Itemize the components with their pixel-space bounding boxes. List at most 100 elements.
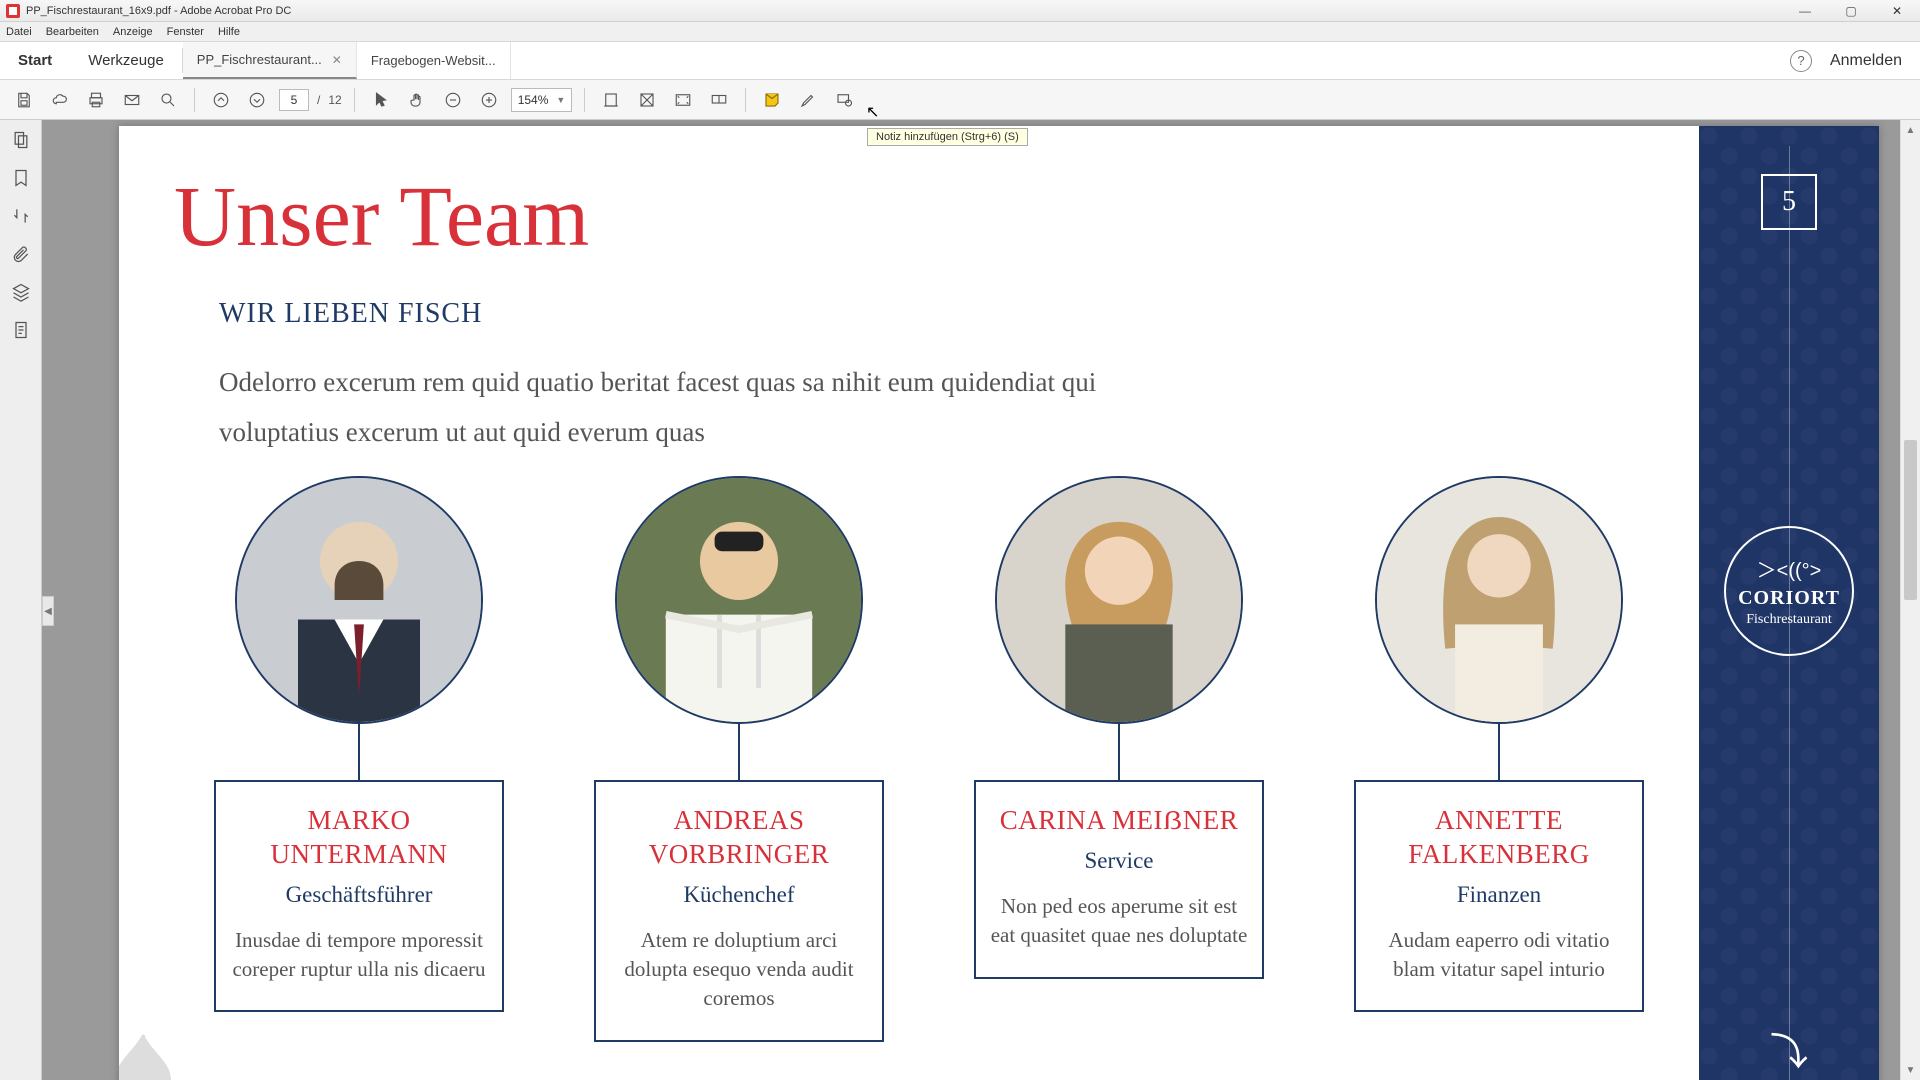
team-card: ANDREAS VORBRINGER Küchenchef Atem re do… — [594, 780, 884, 1042]
team-card: ANNETTE FALKENBERG Finanzen Audam eaperr… — [1354, 780, 1644, 1012]
hand-icon[interactable] — [403, 86, 431, 114]
minimize-button[interactable]: — — [1782, 0, 1828, 22]
zoom-in-icon[interactable] — [475, 86, 503, 114]
main-toolbar: / 12 154% ▼ — [0, 80, 1920, 120]
print-icon[interactable] — [82, 86, 110, 114]
attachment-icon[interactable] — [11, 244, 31, 264]
page-subtitle: WIR LIEBEN FISCH — [219, 298, 482, 330]
close-tab-icon[interactable]: ✕ — [332, 53, 342, 67]
member-name: MARKO UNTERMANN — [230, 804, 488, 872]
pdf-page: Unser Team WIR LIEBEN FISCH Odelorro exc… — [119, 126, 1879, 1080]
member-desc: Non ped eos aperume sit est eat quasitet… — [990, 892, 1248, 951]
fish-icon: ＞<((°> — [1757, 554, 1822, 583]
help-icon[interactable]: ? — [1790, 50, 1812, 72]
team-row: MARKO UNTERMANN Geschäftsführer Inusdae … — [214, 476, 1644, 1042]
transfer-icon[interactable] — [11, 206, 31, 226]
member-name: CARINA MEIẞNER — [990, 804, 1248, 838]
brand-name: CORIORT — [1738, 587, 1840, 610]
member-name: ANDREAS VORBRINGER — [610, 804, 868, 872]
connector-line — [1118, 724, 1120, 780]
portrait — [615, 476, 863, 724]
brand-sidebar: 5 ＞<((°> CORIORT Fischrestaurant ⤵ — [1699, 126, 1879, 1080]
member-role: Geschäftsführer — [230, 882, 488, 908]
page-up-icon[interactable] — [207, 86, 235, 114]
team-card: CARINA MEIẞNER Service Non ped eos aperu… — [974, 780, 1264, 979]
document-canvas: Unser Team WIR LIEBEN FISCH Odelorro exc… — [42, 120, 1900, 1080]
document-tab-label: PP_Fischrestaurant... — [197, 52, 322, 67]
vertical-scrollbar[interactable]: ▲ ▼ — [1900, 120, 1920, 1080]
toolbar-divider — [745, 88, 746, 112]
stamp-icon[interactable] — [830, 86, 858, 114]
close-button[interactable]: ✕ — [1874, 0, 1920, 22]
menu-edit[interactable]: Bearbeiten — [46, 26, 99, 38]
hook-icon: ⤵ — [1770, 1021, 1808, 1076]
scroll-thumb[interactable] — [1904, 440, 1917, 600]
member-desc: Inusdae di tempore mporessit coreper rup… — [230, 926, 488, 985]
page-icon[interactable] — [11, 320, 31, 340]
window-title: PP_Fischrestaurant_16x9.pdf - Adobe Acro… — [26, 5, 291, 17]
team-member: ANNETTE FALKENBERG Finanzen Audam eaperr… — [1354, 476, 1644, 1042]
zoom-value: 154% — [518, 93, 549, 107]
layers-icon[interactable] — [11, 282, 31, 302]
maximize-button[interactable]: ▢ — [1828, 0, 1874, 22]
menu-view[interactable]: Anzeige — [113, 26, 153, 38]
mail-icon[interactable] — [118, 86, 146, 114]
connector-line — [358, 724, 360, 780]
pointer-icon[interactable] — [367, 86, 395, 114]
intro-paragraph: Odelorro excerum rem quid quatio beritat… — [219, 358, 1119, 458]
fit-width-icon[interactable] — [597, 86, 625, 114]
chevron-down-icon: ▼ — [556, 95, 565, 105]
member-name: ANNETTE FALKENBERG — [1370, 804, 1628, 872]
bookmark-icon[interactable] — [11, 168, 31, 188]
menu-bar: Datei Bearbeiten Anzeige Fenster Hilfe — [0, 22, 1920, 42]
sticky-note-icon[interactable] — [758, 86, 786, 114]
document-tab[interactable]: Fragebogen-Websit... — [357, 42, 511, 79]
menu-file[interactable]: Datei — [6, 26, 32, 38]
team-member: MARKO UNTERMANN Geschäftsführer Inusdae … — [214, 476, 504, 1042]
team-card: MARKO UNTERMANN Geschäftsführer Inusdae … — [214, 780, 504, 1012]
connector-line — [1498, 724, 1500, 780]
tab-tools[interactable]: Werkzeuge — [70, 42, 182, 79]
tab-start[interactable]: Start — [0, 42, 70, 79]
scroll-down-icon[interactable]: ▼ — [1901, 1060, 1920, 1080]
toolbar-divider — [354, 88, 355, 112]
toolbar-divider — [194, 88, 195, 112]
title-bar: PP_Fischrestaurant_16x9.pdf - Adobe Acro… — [0, 0, 1920, 22]
left-nav-strip — [0, 120, 42, 1080]
cloud-icon[interactable] — [46, 86, 74, 114]
save-icon[interactable] — [10, 86, 38, 114]
read-mode-icon[interactable] — [705, 86, 733, 114]
tooltip: Notiz hinzufügen (Strg+6) (S) — [867, 128, 1028, 146]
team-member: ANDREAS VORBRINGER Küchenchef Atem re do… — [594, 476, 884, 1042]
zoom-select[interactable]: 154% ▼ — [511, 88, 573, 112]
thumbnails-icon[interactable] — [11, 130, 31, 150]
page-title: Unser Team — [174, 166, 589, 266]
brand-logo: ＞<((°> CORIORT Fischrestaurant — [1724, 526, 1854, 656]
page-number-badge: 5 — [1761, 174, 1817, 230]
highlight-icon[interactable] — [794, 86, 822, 114]
watermark-icon — [99, 1026, 189, 1080]
page-number-input[interactable] — [279, 89, 309, 111]
scroll-up-icon[interactable]: ▲ — [1901, 120, 1920, 140]
member-role: Service — [990, 848, 1248, 874]
page-down-icon[interactable] — [243, 86, 271, 114]
fit-page-icon[interactable] — [633, 86, 661, 114]
search-icon[interactable] — [154, 86, 182, 114]
page-separator: / — [317, 93, 320, 107]
page-total: 12 — [328, 93, 341, 107]
portrait — [1375, 476, 1623, 724]
member-role: Finanzen — [1370, 882, 1628, 908]
document-tab-active[interactable]: PP_Fischrestaurant... ✕ — [183, 42, 357, 79]
zoom-out-icon[interactable] — [439, 86, 467, 114]
app-icon — [6, 4, 20, 18]
collapse-left-handle[interactable]: ◀ — [42, 596, 54, 626]
portrait — [995, 476, 1243, 724]
fullscreen-icon[interactable] — [669, 86, 697, 114]
member-desc: Audam eaperro odi vitatio blam vitatur s… — [1370, 926, 1628, 985]
menu-help[interactable]: Hilfe — [218, 26, 240, 38]
tab-row: Start Werkzeuge PP_Fischrestaurant... ✕ … — [0, 42, 1920, 80]
sign-in-link[interactable]: Anmelden — [1830, 52, 1902, 70]
brand-sub: Fischrestaurant — [1746, 612, 1832, 628]
menu-window[interactable]: Fenster — [167, 26, 204, 38]
team-member: CARINA MEIẞNER Service Non ped eos aperu… — [974, 476, 1264, 1042]
